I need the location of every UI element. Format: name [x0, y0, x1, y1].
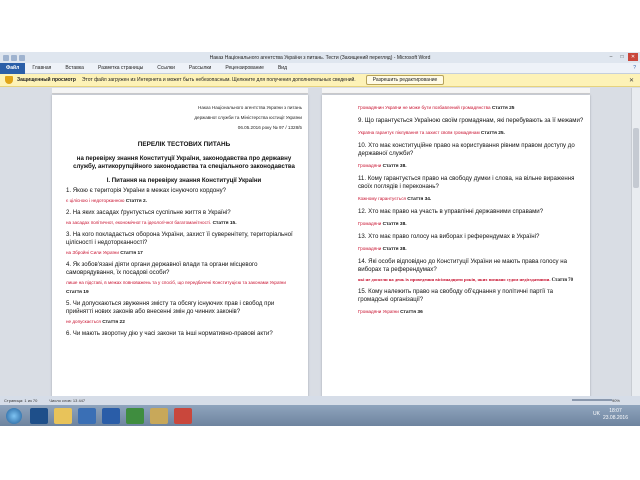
- article-ref: Стаття 15.: [212, 221, 237, 226]
- article-ref: Стаття 17: [120, 251, 143, 256]
- article-ref: Стаття 36: [400, 310, 423, 315]
- tab-file[interactable]: Файл: [0, 62, 26, 74]
- media-icon[interactable]: [78, 407, 96, 424]
- article-ref: Стаття 34.: [407, 197, 432, 202]
- answer: лише на підставі, в межах повноважень та…: [66, 280, 286, 295]
- answer: є цілісною і недоторканною Стаття 2.: [66, 198, 148, 204]
- tab-home[interactable]: Главная: [25, 65, 58, 71]
- maximize-button[interactable]: □: [617, 53, 627, 61]
- vertical-scrollbar[interactable]: [631, 88, 640, 420]
- answer: Громадяни України Стаття 36: [358, 309, 423, 315]
- question: 11. Кому гарантується право на свободу д…: [358, 175, 575, 190]
- doc-subtitle: на перевірку знання Конституції України,…: [73, 155, 295, 170]
- word-window: Наказ Національного агентства України з …: [0, 52, 640, 426]
- folder-icon[interactable]: [54, 407, 72, 424]
- title-bar: Наказ Національного агентства України з …: [0, 52, 640, 63]
- tab-view[interactable]: Вид: [271, 65, 294, 71]
- tab-mailings[interactable]: Рассылки: [182, 65, 218, 71]
- word-icon[interactable]: [102, 407, 120, 424]
- language-indicator[interactable]: UK: [593, 411, 600, 417]
- start-button[interactable]: [6, 407, 22, 424]
- section-heading: I. Питання на перевірку знання Конституц…: [106, 177, 262, 184]
- protected-view-label: Защищенный просмотр: [17, 77, 76, 83]
- protected-view-bar: Защищенный просмотр Этот файл загружен и…: [0, 74, 640, 87]
- minimize-button[interactable]: –: [606, 53, 616, 61]
- window-title: Наказ Національного агентства України з …: [209, 54, 431, 61]
- question: 14. Які особи відповідно до Конституції …: [358, 258, 568, 273]
- zoom-level[interactable]: 90%: [612, 398, 620, 403]
- taskbar: UK 18:07 23.08.2016: [0, 405, 640, 426]
- page-counter[interactable]: Страница: 1 из 70: [4, 398, 37, 403]
- question: 15. Кому належить право на свободу об'єд…: [358, 288, 554, 303]
- article-ref: Стаття 38.: [382, 222, 407, 227]
- answer: Громадяни Стаття 38.: [358, 221, 407, 227]
- question: 6. Чи мають зворотну дію у часі закони т…: [66, 330, 273, 337]
- scroll-thumb[interactable]: [633, 128, 639, 188]
- question: 10. Хто має конституційне право на корис…: [358, 142, 575, 157]
- clock-time: 18:07: [609, 408, 622, 414]
- word-count[interactable]: Число слов: 13 447: [49, 398, 85, 403]
- article-ref: Стаття 22: [102, 320, 125, 325]
- answer: Кожному гарантується Стаття 34.: [358, 196, 432, 202]
- answer: Україна гарантує піклування та захист св…: [358, 130, 505, 136]
- header-line: 06.05.2016 року № 97 / 1328/5: [237, 125, 302, 130]
- question: 3. На кого покладається оборона України,…: [66, 231, 293, 246]
- ie-icon[interactable]: [30, 407, 48, 424]
- close-bar-icon[interactable]: ✕: [629, 77, 634, 84]
- question: 4. Як зобов'язані діяти органи державної…: [66, 261, 258, 276]
- doc-title: ПЕРЕЛІК ТЕСТОВИХ ПИТАНЬ: [137, 141, 231, 148]
- article-ref: Стаття 19: [66, 290, 89, 295]
- answer: не допускається Стаття 22: [66, 319, 125, 325]
- tab-references[interactable]: Ссылки: [150, 65, 182, 71]
- document-page-2[interactable]: Громадянин України не може бути позбавле…: [322, 95, 590, 420]
- question: 13. Хто має право голосу на виборах і ре…: [358, 233, 540, 240]
- ruler-right: [322, 88, 590, 94]
- answer: Громадяни Стаття 38.: [358, 163, 407, 169]
- question: 12. Хто має право на участь в управлінні…: [358, 208, 544, 215]
- enable-editing-button[interactable]: Разрешить редактирование: [365, 75, 445, 85]
- article-ref: Стаття 38.: [382, 164, 407, 169]
- clock[interactable]: 18:07 23.08.2016: [603, 408, 628, 422]
- question: 5. Чи допускаються звуження змісту та об…: [66, 300, 275, 315]
- shield-icon: [5, 76, 13, 84]
- ruler-left: [52, 88, 308, 94]
- answer: які не досягли на день їх проведення віс…: [358, 277, 573, 283]
- article-ref: Стаття 70: [551, 278, 573, 283]
- question: 1. Якою є територія України в межах існу…: [66, 187, 227, 194]
- zoom-slider[interactable]: [572, 399, 612, 401]
- article-ref: Стаття 2.: [125, 199, 148, 204]
- question: 2. На яких засадах ґрунтується суспільне…: [66, 209, 231, 216]
- status-bar: Страница: 1 из 70 Число слов: 13 447 90%: [0, 396, 640, 405]
- tab-page-layout[interactable]: Разметка страницы: [91, 65, 150, 71]
- close-button[interactable]: ✕: [628, 53, 638, 61]
- answer: Громадянин України не може бути позбавле…: [358, 105, 515, 111]
- document-page-1[interactable]: Наказ Національного агентства України з …: [52, 95, 308, 420]
- answer: на Збройні Сили України Стаття 17: [66, 250, 143, 256]
- acrobat-icon[interactable]: [174, 407, 192, 424]
- excel-icon[interactable]: [126, 407, 144, 424]
- answer: Громадяни Стаття 38.: [358, 246, 407, 252]
- clock-date: 23.08.2016: [602, 415, 628, 421]
- article-ref: Стаття 25: [491, 106, 515, 111]
- window-controls: – □ ✕: [606, 53, 638, 61]
- tab-insert[interactable]: Вставка: [58, 65, 91, 71]
- article-ref: Стаття 38.: [382, 247, 407, 252]
- article-ref: Стаття 25.: [480, 131, 505, 136]
- answer: на засадах політичної, економічної та ід…: [66, 220, 237, 226]
- tab-review[interactable]: Рецензирование: [218, 65, 271, 71]
- question: 9. Що гарантується Україною своїм громад…: [358, 117, 584, 124]
- header-line: державної служби та Міністерства юстиції…: [194, 115, 302, 120]
- ribbon-tabs: Файл Главная Вставка Разметка страницы С…: [0, 62, 640, 74]
- app-icon[interactable]: [150, 407, 168, 424]
- help-icon[interactable]: ?: [633, 65, 636, 71]
- protected-view-message[interactable]: Этот файл загружен из Интернета и может …: [82, 77, 356, 83]
- header-line: Наказ Національного агентства України з …: [198, 105, 302, 110]
